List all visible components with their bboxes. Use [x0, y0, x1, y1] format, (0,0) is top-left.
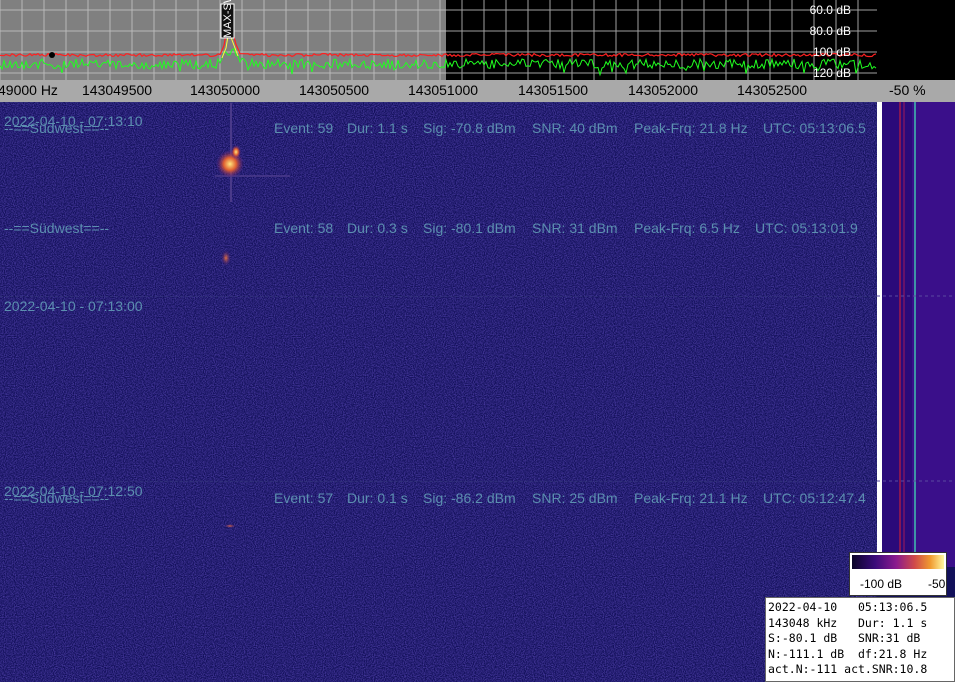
row-utc: UTC: 05:13:06.5	[763, 120, 866, 136]
meteor-echo-57	[224, 524, 236, 528]
freq-tick: 143051500	[518, 82, 589, 98]
row-sig: Sig: -86.2 dBm	[423, 490, 516, 506]
station-marker-label: MAX-SW	[222, 0, 234, 38]
colorbar-gradient	[852, 555, 944, 569]
level-history-panel[interactable]	[877, 102, 955, 567]
colorbar-legend: -100 dB -50	[849, 552, 947, 596]
time-divider	[0, 102, 877, 103]
info-row-noise: N:-111.1 dB df:21.8 Hz	[768, 646, 928, 661]
event-info-box: 2022-04-10 05:13:06.5 143048 kHz Dur: 1.…	[765, 597, 955, 682]
percent-label: -50 %	[889, 82, 926, 98]
freq-tick: 143050500	[299, 82, 370, 98]
meteor-echo-58	[221, 250, 231, 266]
spectrum-plot[interactable]: MAX-SW 60.0 dB 80.0 dB 100 dB 120 dB	[0, 0, 877, 80]
colorbar-min-label: -100 dB	[860, 577, 903, 591]
row-station: --==Südwest==--	[4, 220, 110, 236]
spectrum-svg: MAX-SW	[0, 0, 877, 80]
row-event: Event: 58	[274, 220, 334, 236]
colorbar-max-label: -50	[928, 577, 946, 591]
row-dur: Dur: 1.1 s	[347, 120, 408, 136]
waterfall-noise	[0, 102, 877, 682]
marker-dot	[49, 52, 55, 58]
db-label-100: 100 dB	[812, 45, 851, 59]
row-peak: Peak-Frq: 21.8 Hz	[634, 120, 748, 136]
db-scale-panel	[877, 0, 955, 80]
waterfall-svg	[0, 102, 877, 682]
time-divider	[0, 481, 877, 482]
freq-tick: 143052000	[628, 82, 699, 98]
info-row-actual: act.N:-111 act.SNR:10.8	[768, 662, 928, 676]
freq-tick: 49000 Hz	[0, 82, 58, 98]
db-label-60: 60.0 dB	[809, 3, 851, 17]
row-utc: UTC: 05:12:47.4	[763, 490, 866, 506]
db-label-80: 80.0 dB	[809, 24, 851, 38]
row-peak: Peak-Frq: 21.1 Hz	[634, 490, 748, 506]
row-snr: SNR: 31 dBm	[532, 220, 618, 236]
freq-tick: 143050000	[190, 82, 261, 98]
time-divider	[0, 296, 877, 297]
row-snr: SNR: 40 dBm	[532, 120, 618, 136]
freq-tick: 143051000	[408, 82, 479, 98]
row-peak: Peak-Frq: 6.5 Hz	[634, 220, 740, 236]
row-dur: Dur: 0.1 s	[347, 490, 408, 506]
db-label-120: 120 dB	[812, 66, 851, 80]
row-utc: UTC: 05:13:01.9	[755, 220, 858, 236]
row-event: Event: 59	[274, 120, 334, 136]
row-sig: Sig: -80.1 dBm	[423, 220, 516, 236]
meteor-echo-59-head	[231, 145, 241, 159]
info-row-date: 2022-04-10 05:13:06.5	[768, 600, 928, 614]
row-station: --==Südwest==--	[4, 490, 110, 506]
row-snr: SNR: 25 dBm	[532, 490, 618, 506]
waterfall-display[interactable]: 2022-04-10 - 07:13:10 --==Südwest==-- Ev…	[0, 102, 877, 682]
row-dur: Dur: 0.3 s	[347, 220, 408, 236]
percent-panel[interactable]: -50 %	[877, 80, 955, 102]
spectrum-lab-window: MAX-SW 60.0 dB 80.0 dB 100 dB 120 dB 490…	[0, 0, 955, 682]
row-sig: Sig: -70.8 dBm	[423, 120, 516, 136]
info-row-signal: S:-80.1 dB SNR:31 dB	[768, 631, 921, 645]
frequency-axis[interactable]: 49000 Hz 143049500 143050000 143050500 1…	[0, 80, 877, 174]
info-row-freq: 143048 kHz Dur: 1.1 s	[768, 615, 928, 630]
freq-tick: 143052500	[737, 82, 808, 98]
row-event: Event: 57	[274, 490, 334, 506]
row-station: --==Südwest==--	[4, 120, 110, 136]
row-timestamp: 2022-04-10 - 07:13:00	[4, 298, 143, 314]
freq-tick: 143049500	[82, 82, 153, 98]
level-history-svg	[877, 102, 955, 567]
